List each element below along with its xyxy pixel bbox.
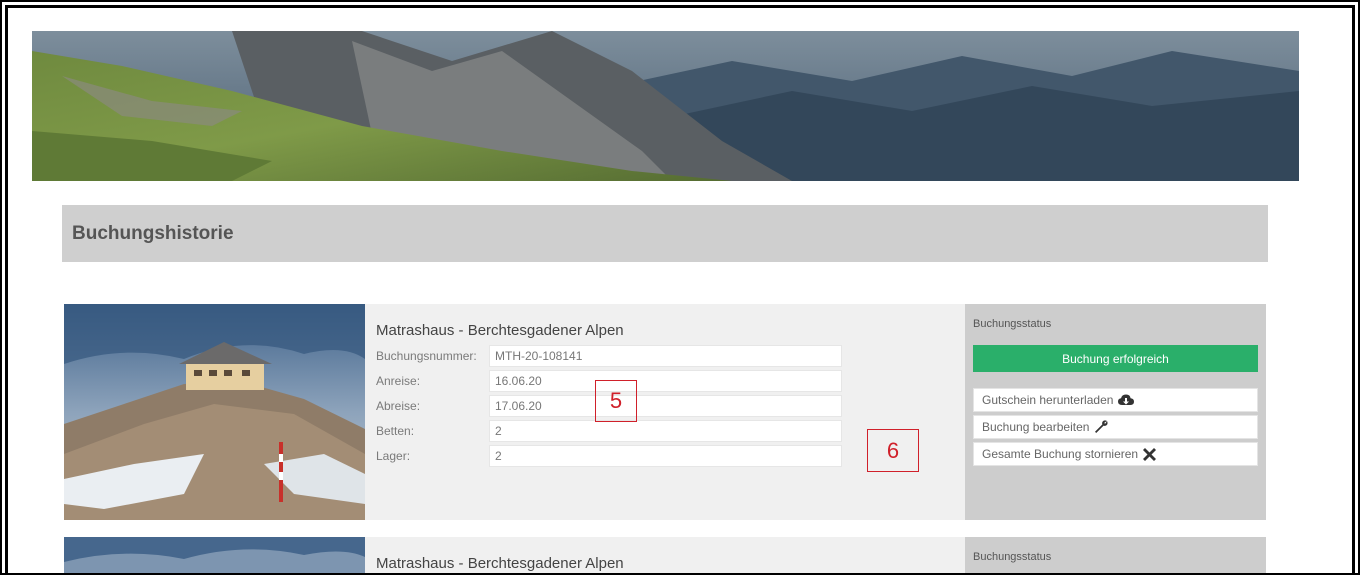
hut-name: Matrashaus - Berchtesgadener Alpen	[376, 322, 624, 339]
cloud-download-icon	[1118, 394, 1135, 407]
field-arrival: Anreise: 16.06.20	[376, 370, 965, 392]
annotation-marker-6: 6	[867, 429, 919, 472]
field-value: 2	[489, 445, 842, 467]
field-value: MTH-20-108141	[489, 345, 842, 367]
status-title: Buchungsstatus	[973, 318, 1052, 330]
field-label: Betten:	[376, 424, 415, 438]
field-value: 2	[489, 420, 842, 442]
hero-banner-image	[32, 31, 1299, 181]
booking-details: Matrashaus - Berchtesgadener Alpen Buchu…	[365, 304, 965, 520]
field-label: Anreise:	[376, 374, 421, 388]
close-icon	[1143, 447, 1157, 461]
status-title: Buchungsstatus	[973, 551, 1052, 563]
button-label: Buchung bearbeiten	[982, 420, 1090, 434]
booking-card: Matrashaus - Berchtesgadener Alpen Buchu…	[64, 304, 1266, 520]
field-value: 17.06.20	[489, 395, 842, 417]
hut-photo	[64, 537, 365, 575]
field-label: Lager:	[376, 449, 411, 463]
page-title: Buchungshistorie	[72, 222, 234, 244]
section-header: Buchungshistorie	[62, 205, 1268, 262]
annotation-marker-5: 5	[595, 380, 637, 422]
booking-details: Matrashaus - Berchtesgadener Alpen	[365, 537, 965, 575]
button-label: Gutschein herunterladen	[982, 393, 1114, 407]
download-voucher-button[interactable]: Gutschein herunterladen	[973, 388, 1258, 412]
booking-status-panel: Buchungsstatus Buchung erfolgreich Gutsc…	[965, 304, 1266, 520]
field-booking-number: Buchungsnummer: MTH-20-108141	[376, 345, 965, 367]
button-label: Gesamte Buchung stornieren	[982, 447, 1139, 461]
field-value: 16.06.20	[489, 370, 842, 392]
wrench-icon	[1094, 420, 1109, 434]
booking-status-panel: Buchungsstatus	[965, 537, 1266, 575]
status-badge: Buchung erfolgreich	[973, 345, 1258, 372]
edit-booking-button[interactable]: Buchung bearbeiten	[973, 415, 1258, 439]
hut-photo	[64, 304, 365, 520]
booking-card: Matrashaus - Berchtesgadener Alpen Buchu…	[64, 537, 1266, 575]
field-label: Abreise:	[376, 399, 421, 413]
field-label: Buchungsnummer:	[376, 349, 477, 363]
hut-name: Matrashaus - Berchtesgadener Alpen	[376, 555, 624, 572]
field-departure: Abreise: 17.06.20	[376, 395, 965, 417]
cancel-booking-button[interactable]: Gesamte Buchung stornieren	[973, 442, 1258, 466]
